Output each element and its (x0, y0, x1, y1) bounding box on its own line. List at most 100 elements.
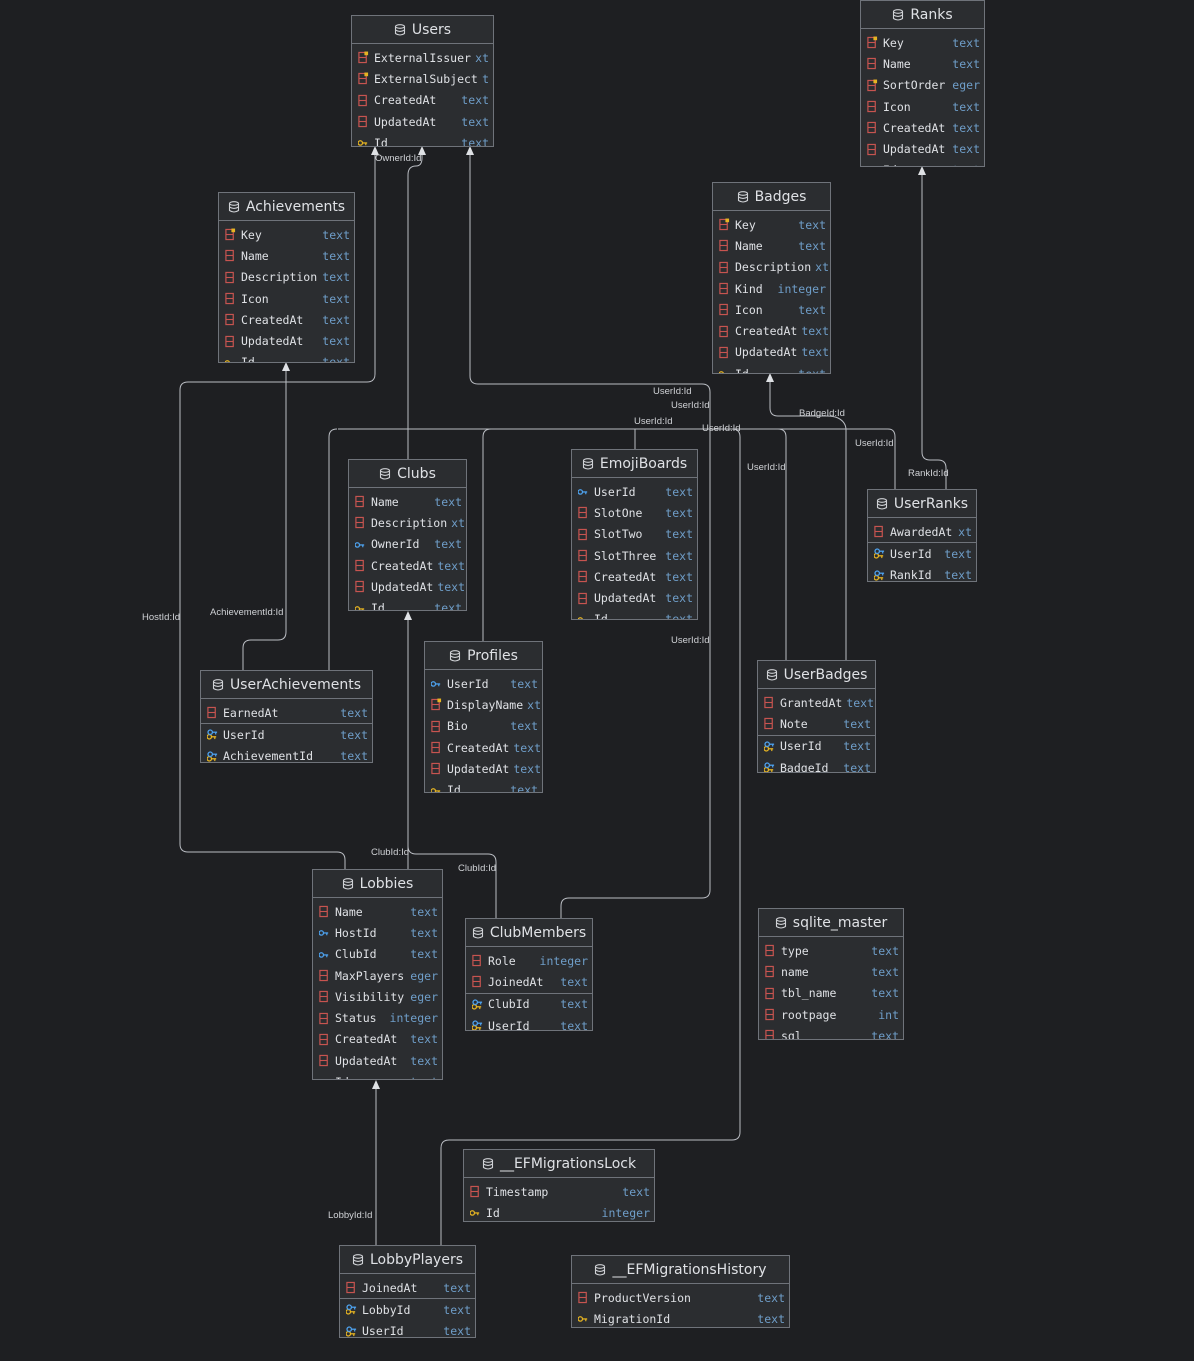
column-row[interactable]: Visibility eger (313, 986, 442, 1007)
column-row[interactable]: SlotThree text (572, 545, 697, 566)
table-efmigrationshistory[interactable]: __EFMigrationsHistory ProductVersion text M… (571, 1255, 790, 1328)
column-row[interactable]: ClubId text (466, 992, 592, 1015)
column-row[interactable]: SortOrder eger (861, 75, 984, 96)
column-row[interactable]: UpdatedAt text (349, 576, 466, 597)
column-row[interactable]: Name text (349, 491, 466, 512)
column-row[interactable]: UserId text (572, 481, 697, 502)
column-row[interactable]: CreatedAt text (349, 555, 466, 576)
column-row[interactable]: LobbyId text (340, 1298, 475, 1320)
column-row[interactable]: Id text (425, 779, 542, 792)
column-row[interactable]: UserId text (466, 1015, 592, 1030)
column-row[interactable]: Name text (219, 245, 354, 266)
table-header[interactable]: ClubMembers (466, 919, 592, 947)
column-row[interactable]: Id integer (464, 1202, 654, 1221)
column-row[interactable]: EarnedAt text (201, 702, 372, 723)
column-row[interactable]: Kind integer (713, 278, 830, 299)
column-row[interactable]: Name text (861, 53, 984, 74)
table-header[interactable]: Users (352, 16, 493, 44)
column-row[interactable]: UpdatedAt text (861, 138, 984, 159)
column-row[interactable]: Description text (219, 267, 354, 288)
table-header[interactable]: LobbyPlayers (340, 1246, 475, 1274)
table-lobbies[interactable]: Lobbies Name text HostId text ClubId text MaxPl… (312, 869, 443, 1080)
table-userbadges[interactable]: UserBadges GrantedAt text Note text UserId tex… (757, 660, 876, 773)
table-emojiboards[interactable]: EmojiBoards UserId text SlotOne text SlotTwo t… (571, 449, 698, 620)
column-row[interactable]: UpdatedAt text (425, 758, 542, 779)
table-sqlite_master[interactable]: sqlite_master type text name text tbl_name tex… (758, 908, 904, 1040)
column-row[interactable]: CreatedAt text (352, 90, 493, 111)
column-row[interactable]: MigrationId text (572, 1308, 789, 1327)
column-row[interactable]: HostId text (313, 922, 442, 943)
column-row[interactable]: ExternalIssuer xt (352, 47, 493, 68)
column-row[interactable]: RankId text (868, 565, 976, 581)
column-row[interactable]: UpdatedAt text (219, 330, 354, 351)
column-row[interactable]: Icon text (713, 299, 830, 320)
table-header[interactable]: Clubs (349, 460, 466, 488)
column-row[interactable]: ClubId text (313, 944, 442, 965)
table-userachievements[interactable]: UserAchievements EarnedAt text UserId text Ac… (200, 670, 373, 763)
table-header[interactable]: Ranks (861, 1, 984, 29)
column-row[interactable]: Icon text (219, 288, 354, 309)
column-row[interactable]: CreatedAt text (219, 309, 354, 330)
column-row[interactable]: Note text (758, 713, 875, 734)
column-row[interactable]: type text (759, 940, 903, 961)
column-row[interactable]: BadgeId text (758, 757, 875, 772)
column-row[interactable]: MaxPlayers eger (313, 965, 442, 986)
column-row[interactable]: SlotTwo text (572, 524, 697, 545)
column-row[interactable]: SlotOne text (572, 502, 697, 523)
column-row[interactable]: Name text (313, 901, 442, 922)
table-header[interactable]: UserBadges (758, 661, 875, 689)
column-row[interactable]: tbl_name text (759, 983, 903, 1004)
column-row[interactable]: JoinedAt text (340, 1277, 475, 1298)
table-users[interactable]: Users ExternalIssuer xt ExternalSubject t Cre… (351, 15, 494, 147)
table-header[interactable]: __EFMigrationsHistory (572, 1256, 789, 1284)
column-row[interactable]: Id text (861, 160, 984, 166)
column-row[interactable]: Role integer (466, 950, 592, 971)
column-row[interactable]: CreatedAt text (861, 117, 984, 138)
column-row[interactable]: Description xt (713, 257, 830, 278)
column-row[interactable]: Id text (219, 352, 354, 362)
column-row[interactable]: Name text (713, 235, 830, 256)
column-row[interactable]: Id text (572, 609, 697, 619)
table-clubs[interactable]: Clubs Name text Description xt OwnerId text Cre… (348, 459, 467, 611)
column-row[interactable]: UserId text (758, 734, 875, 757)
column-row[interactable]: DisplayName xt (425, 694, 542, 715)
table-header[interactable]: Profiles (425, 642, 542, 670)
column-row[interactable]: Key text (713, 214, 830, 235)
table-header[interactable]: Badges (713, 183, 830, 211)
table-ranks[interactable]: Ranks Key text Name text SortOrder eger Icon tex… (860, 0, 985, 167)
column-row[interactable]: CreatedAt text (713, 320, 830, 341)
column-row[interactable]: UpdatedAt text (313, 1050, 442, 1071)
column-row[interactable]: Description xt (349, 512, 466, 533)
column-row[interactable]: AwardedAt xt (868, 521, 976, 542)
column-row[interactable]: UserId text (340, 1321, 475, 1337)
table-header[interactable]: sqlite_master (759, 909, 903, 937)
column-row[interactable]: ExternalSubject t (352, 68, 493, 89)
column-row[interactable]: GrantedAt text (758, 692, 875, 713)
table-userranks[interactable]: UserRanks AwardedAt xt UserId text RankId text (867, 489, 977, 582)
column-row[interactable]: UserId text (425, 673, 542, 694)
column-row[interactable]: Id text (352, 132, 493, 146)
table-efmigrationslock[interactable]: __EFMigrationsLock Timestamp text Id integer (463, 1149, 655, 1222)
column-row[interactable]: CreatedAt text (425, 737, 542, 758)
table-lobbyplayers[interactable]: LobbyPlayers JoinedAt text LobbyId text UserI… (339, 1245, 476, 1338)
column-row[interactable]: UserId text (868, 542, 976, 564)
column-row[interactable]: Timestamp text (464, 1181, 654, 1202)
column-row[interactable]: Id text (349, 597, 466, 610)
table-achievements[interactable]: Achievements Key text Name text Description te… (218, 192, 355, 363)
column-row[interactable]: CreatedAt text (572, 566, 697, 587)
column-row[interactable]: ProductVersion text (572, 1287, 789, 1308)
table-clubmembers[interactable]: ClubMembers Role integer JoinedAt text ClubId… (465, 918, 593, 1031)
table-badges[interactable]: Badges Key text Name text Description xt Kind in… (712, 182, 831, 374)
table-profiles[interactable]: Profiles UserId text DisplayName xt Bio text Cr… (424, 641, 543, 793)
column-row[interactable]: JoinedAt text (466, 971, 592, 992)
column-row[interactable]: UpdatedAt text (352, 111, 493, 132)
column-row[interactable]: rootpage int (759, 1004, 903, 1025)
column-row[interactable]: OwnerId text (349, 534, 466, 555)
column-row[interactable]: Id text (713, 363, 830, 373)
table-header[interactable]: UserAchievements (201, 671, 372, 699)
column-row[interactable]: Icon text (861, 96, 984, 117)
table-header[interactable]: EmojiBoards (572, 450, 697, 478)
column-row[interactable]: Key text (219, 224, 354, 245)
table-header[interactable]: UserRanks (868, 490, 976, 518)
column-row[interactable]: name text (759, 961, 903, 982)
